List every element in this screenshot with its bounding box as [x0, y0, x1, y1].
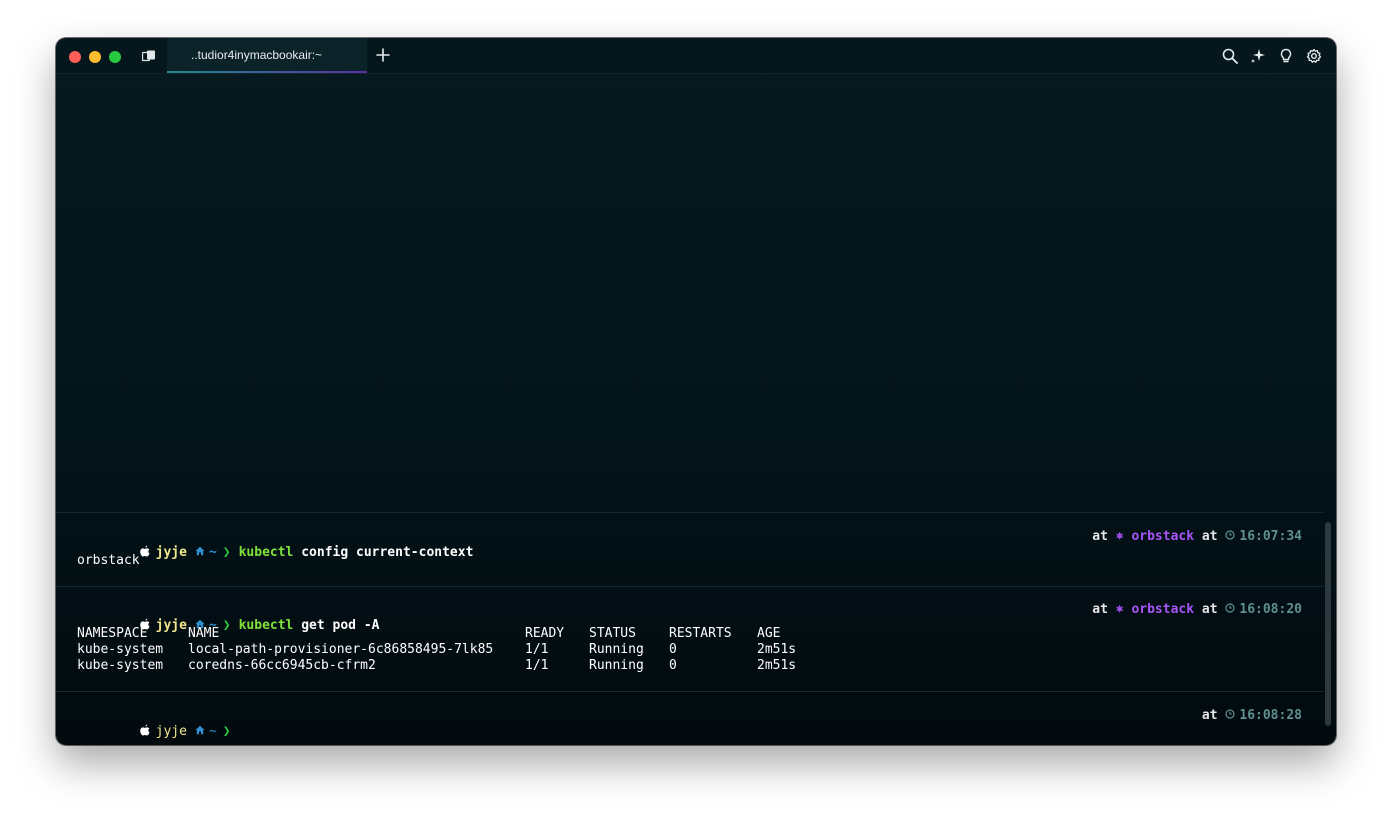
- at-label: at: [1092, 602, 1108, 617]
- table-cell: 0: [669, 642, 677, 657]
- table-cell: kube-system: [77, 658, 164, 673]
- column-header: AGE: [757, 626, 781, 641]
- active-input-block[interactable]: jyje ~ ❯ at 16:08:28: [56, 692, 1324, 745]
- command-block[interactable]: jyje ~ ❯ kubectl config current-context at…: [56, 513, 1324, 586]
- table-cell: 1/1: [525, 658, 549, 673]
- column-header: NAMESPACE: [77, 626, 148, 641]
- table-cell: Running: [589, 642, 644, 657]
- kube-context: orbstack: [1131, 602, 1195, 617]
- close-window-button[interactable]: [69, 51, 81, 63]
- table-cell: 2m51s: [757, 658, 797, 673]
- kube-context-icon: ⎈: [1115, 602, 1124, 617]
- timestamp: 16:08:20: [1239, 602, 1302, 617]
- lightbulb-icon[interactable]: [1278, 48, 1294, 64]
- username: jyje: [155, 618, 187, 633]
- command-output: orbstack: [77, 553, 140, 568]
- prompt-right-status: at ⎈ orbstack at 16:07:34: [1092, 529, 1302, 545]
- column-header: STATUS: [589, 626, 636, 641]
- command-name: kubectl: [238, 618, 294, 633]
- column-header: READY: [525, 626, 565, 641]
- at-label: at: [1201, 602, 1218, 617]
- search-icon[interactable]: [1222, 48, 1238, 64]
- tabs-icon[interactable]: [142, 50, 156, 62]
- prompt-right-status: at 16:08:28: [1202, 708, 1302, 724]
- home-icon: [195, 725, 205, 735]
- clock-icon: [1225, 709, 1235, 719]
- command-args: get pod -A: [301, 618, 380, 633]
- at-label: at: [1201, 708, 1218, 723]
- timestamp: 16:07:34: [1239, 529, 1302, 544]
- new-tab-icon[interactable]: [376, 48, 390, 62]
- username: jyje: [155, 724, 187, 739]
- scrollbar[interactable]: [1325, 522, 1331, 726]
- table-cell: kube-system: [77, 642, 164, 657]
- command-block[interactable]: jyje ~ ❯ kubectl get pod -A at ⎈ orbstack …: [56, 587, 1324, 691]
- tab-title: ..tudior4inymacbookair:~: [191, 48, 323, 62]
- at-label: at: [1092, 529, 1108, 544]
- title-bar: ..tudior4inymacbookair:~: [56, 38, 1336, 74]
- column-header: NAME: [188, 626, 220, 641]
- tab-active-indicator: [167, 71, 367, 73]
- table-cell: 1/1: [525, 642, 549, 657]
- table-cell: coredns-66cc6945cb-cfrm2: [188, 658, 376, 673]
- current-directory: ~: [208, 724, 217, 739]
- terminal-window: ..tudior4inymacbookair:~ jyje ~ ❯ kubect…: [56, 38, 1336, 745]
- table-cell: local-path-provisioner-6c86858495-7lk85: [188, 642, 494, 657]
- table-cell: 2m51s: [757, 642, 797, 657]
- prompt-chevron: ❯: [222, 724, 231, 739]
- kube-context-icon: ⎈: [1115, 529, 1124, 544]
- input-prompt-line[interactable]: jyje ~ ❯: [77, 708, 1324, 745]
- table-cell: 0: [669, 658, 677, 673]
- minimize-window-button[interactable]: [89, 51, 101, 63]
- settings-icon[interactable]: [1306, 48, 1322, 64]
- apple-icon: [139, 724, 150, 736]
- prompt-right-status: at ⎈ orbstack at 16:08:20: [1092, 602, 1302, 618]
- prompt-chevron: ❯: [222, 618, 231, 633]
- column-header: RESTARTS: [669, 626, 732, 641]
- sparkle-icon[interactable]: [1250, 48, 1266, 64]
- kube-context: orbstack: [1131, 529, 1195, 544]
- clock-icon: [1225, 603, 1235, 613]
- tab-terminal[interactable]: ..tudior4inymacbookair:~: [167, 38, 367, 73]
- timestamp: 16:08:28: [1239, 708, 1302, 723]
- zoom-window-button[interactable]: [109, 51, 121, 63]
- at-label: at: [1201, 529, 1218, 544]
- table-cell: Running: [589, 658, 644, 673]
- clock-icon: [1225, 530, 1235, 540]
- terminal-output-area[interactable]: jyje ~ ❯ kubectl config current-context at…: [56, 74, 1336, 745]
